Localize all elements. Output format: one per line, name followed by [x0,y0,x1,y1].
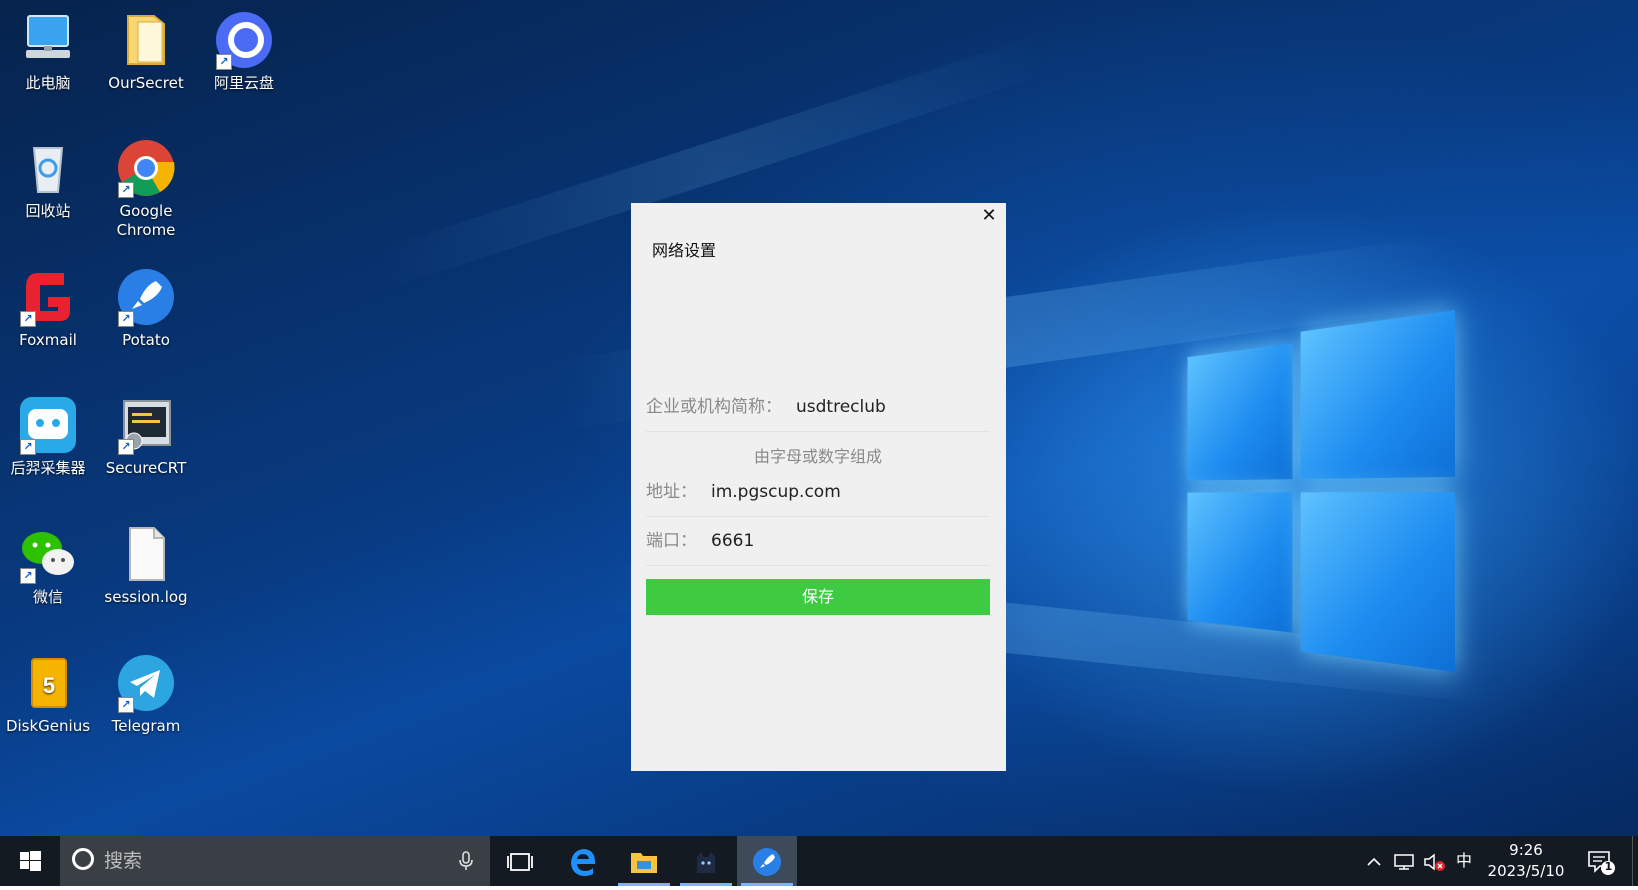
save-button[interactable]: 保存 [646,579,990,615]
potato-icon [753,847,781,876]
desktop-icon-telegram[interactable]: ↗ Telegram [100,653,192,736]
task-view-button[interactable] [490,836,550,886]
recycle-bin-icon [18,138,78,198]
clock-date: 2023/5/10 [1487,862,1565,880]
desktop-icon-foxmail[interactable]: ↗ Foxmail [2,267,94,350]
task-view-icon [507,852,533,871]
volume-muted-icon[interactable] [1420,836,1448,886]
clock-time: 9:26 [1509,841,1543,859]
shortcut-arrow-icon: ↗ [216,54,232,70]
desktop-icon-aliyun-drive[interactable]: ↗ 阿里云盘 [198,10,290,93]
org-name-hint: 由字母或数字组成 [753,447,882,466]
taskbar-file-explorer[interactable] [614,836,674,886]
folder-icon [116,10,176,70]
cat-app-icon [697,851,715,873]
microphone-icon[interactable] [458,836,474,886]
file-icon [116,524,176,584]
shortcut-arrow-icon: ↗ [118,182,134,198]
start-button[interactable] [0,836,60,886]
tray-overflow-chevron-icon[interactable] [1362,836,1386,886]
show-desktop-button[interactable] [1632,836,1638,886]
chrome-icon: ↗ [116,138,176,198]
foxmail-icon: ↗ [18,267,78,327]
taskbar-cat-app[interactable] [676,836,736,886]
port-row[interactable]: 端口： 6661 [646,517,990,566]
ime-indicator[interactable]: 中 [1452,836,1476,886]
desktop-icon-wechat[interactable]: ↗ 微信 [2,524,94,607]
desktop-icon-securecrt[interactable]: ↗ SecureCRT [100,395,192,478]
windows-logo-wallpaper [1187,310,1455,680]
desktop-icon-chrome[interactable]: ↗ Google Chrome [100,138,192,240]
org-name-label: 企业或机构简称： [646,397,782,417]
taskbar-clock[interactable]: 9:26 2023/5/10 [1478,840,1574,882]
search-placeholder: 搜索 [104,850,143,872]
file-explorer-icon [631,852,657,873]
shortcut-arrow-icon: ↗ [118,311,134,327]
windows-start-icon [20,851,41,871]
taskbar-edge[interactable] [553,836,613,886]
shortcut-arrow-icon: ↗ [20,439,36,455]
edge-icon [571,848,595,876]
desktop-icon-diskgenius[interactable]: 5 DiskGenius [2,653,94,736]
address-label: 地址： [646,482,697,502]
svg-text:5: 5 [43,673,55,698]
houyi-collector-icon: ↗ [18,395,78,455]
potato-icon: ↗ [116,267,176,327]
address-row[interactable]: 地址： im.pgscup.com [646,468,990,517]
dialog-title: 网络设置 [652,241,717,260]
org-name-row[interactable]: 企业或机构简称： usdtreclub [646,383,990,432]
network-settings-dialog: ✕ 网络设置 企业或机构简称： usdtreclub 由字母或数字组成 地址： im… [631,203,1006,771]
taskbar-potato[interactable] [737,836,797,886]
port-input[interactable]: 6661 [711,531,754,551]
wechat-icon: ↗ [18,524,78,584]
computer-icon [18,10,78,70]
action-center-button[interactable]: 1 [1580,836,1620,886]
shortcut-arrow-icon: ↗ [20,311,36,327]
desktop-icon-session-log[interactable]: session.log [100,524,192,607]
shortcut-arrow-icon: ↗ [118,697,134,713]
shortcut-arrow-icon: ↗ [118,439,134,455]
desktop-icon-houyi[interactable]: ↗ 后羿采集器 [2,395,94,478]
close-icon[interactable]: ✕ [978,205,1000,227]
shortcut-arrow-icon: ↗ [20,568,36,584]
diskgenius-icon: 5 [18,653,78,713]
address-input[interactable]: im.pgscup.com [711,482,841,502]
aliyun-drive-icon: ↗ [214,10,274,70]
telegram-icon: ↗ [116,653,176,713]
network-icon[interactable] [1390,836,1418,886]
taskbar: 搜索 中 9:26 2023/5/10 1 [0,836,1638,886]
cortana-icon [72,848,94,870]
notification-icon [1588,851,1615,875]
desktop-icon-oursecret[interactable]: OurSecret [100,10,192,93]
desktop-icon-recycle-bin[interactable]: 回收站 [2,138,94,221]
taskbar-search-box[interactable]: 搜索 [60,836,490,886]
org-name-input[interactable]: usdtreclub [796,397,886,417]
desktop-icon-this-pc[interactable]: 此电脑 [2,10,94,93]
port-label: 端口： [646,531,697,551]
desktop-icon-potato[interactable]: ↗ Potato [100,267,192,350]
securecrt-icon: ↗ [116,395,176,455]
notification-count-badge: 1 [1604,860,1613,873]
